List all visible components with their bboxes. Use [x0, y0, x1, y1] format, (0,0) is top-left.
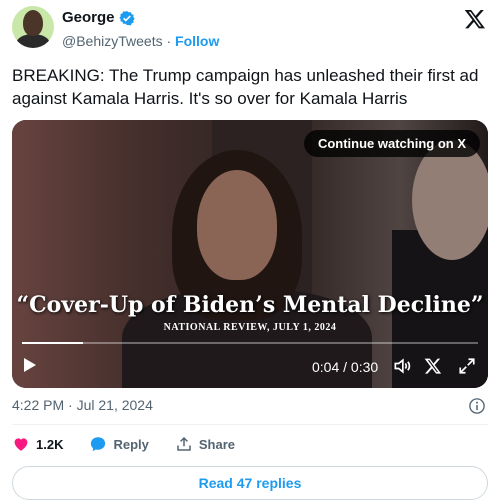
info-icon[interactable]	[468, 397, 486, 415]
author-name-row[interactable]: George	[62, 9, 135, 26]
reply-button[interactable]: Reply	[89, 435, 149, 453]
avatar-shirt	[16, 34, 50, 48]
handle-row: @BehizyTweets · Follow	[62, 33, 219, 49]
author-handle[interactable]: @BehizyTweets	[62, 33, 163, 49]
video-controls: 0:04 / 0:30	[12, 352, 488, 382]
video-progress-fill	[22, 342, 83, 344]
heart-icon	[14, 438, 28, 451]
x-logo-icon[interactable]	[464, 8, 486, 30]
video-player[interactable]: Continue watching on X “Cover-Up of Bide…	[12, 120, 488, 388]
reply-bubble-icon	[91, 437, 106, 452]
play-icon[interactable]	[24, 358, 36, 372]
x-logo-video-icon[interactable]	[424, 357, 442, 375]
continue-watching-button[interactable]: Continue watching on X	[303, 130, 480, 157]
like-button[interactable]: 1.2K	[12, 435, 63, 453]
share-icon	[177, 436, 191, 451]
author-name[interactable]: George	[62, 9, 115, 26]
separator-dot: ·	[166, 33, 172, 49]
video-time: 0:04 / 0:30	[312, 359, 379, 375]
video-quote-caption: “Cover-Up of Biden’s Mental Decline”	[16, 292, 484, 318]
video-shade	[12, 120, 488, 388]
tweet-timestamp[interactable]: 4:22 PM · Jul 21, 2024	[12, 397, 153, 413]
divider	[12, 424, 488, 425]
follow-button[interactable]: Follow	[175, 33, 219, 49]
verified-badge-icon	[118, 10, 135, 25]
reply-label: Reply	[113, 436, 149, 452]
share-button[interactable]: Share	[175, 435, 235, 453]
avatar[interactable]	[12, 6, 54, 48]
fullscreen-icon[interactable]	[458, 357, 476, 375]
read-replies-button[interactable]: Read 47 replies	[12, 466, 488, 500]
tweet-actions: 1.2K Reply Share	[12, 434, 261, 454]
share-label: Share	[198, 436, 236, 452]
video-source-caption: NATIONAL REVIEW, JULY 1, 2024	[163, 322, 337, 333]
avatar-face	[23, 10, 43, 36]
tweet-text: BREAKING: The Trump campaign has unleash…	[12, 66, 479, 108]
video-progress-bar[interactable]	[22, 342, 478, 344]
like-count: 1.2K	[36, 436, 64, 452]
volume-muted-icon[interactable]	[392, 356, 412, 376]
